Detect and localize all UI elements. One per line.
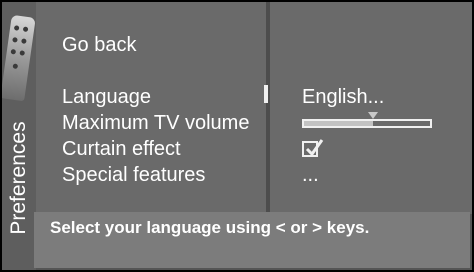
curtain-effect-checkbox[interactable] [302, 139, 324, 157]
special-features-value[interactable]: ... [302, 164, 319, 187]
language-value[interactable]: English... [302, 86, 384, 109]
menu-item-special-features[interactable]: Special features [62, 164, 205, 187]
go-back-item[interactable]: Go back [62, 34, 136, 57]
volume-slider-thumb[interactable] [368, 112, 379, 119]
menu-item-language[interactable]: Language [62, 86, 151, 109]
menu-item-maximum-tv-volume[interactable]: Maximum TV volume [62, 112, 249, 135]
side-panel: Preferences [2, 2, 36, 270]
help-text: Select your language using < or > keys. [50, 218, 370, 237]
checkmark-icon [305, 139, 324, 157]
remote-control-icon [2, 14, 36, 102]
side-panel-title: Preferences [7, 121, 30, 235]
selection-marker [264, 85, 268, 103]
volume-slider-fill [304, 121, 374, 126]
volume-slider[interactable] [302, 112, 432, 128]
menu-item-curtain-effect[interactable]: Curtain effect [62, 138, 181, 161]
